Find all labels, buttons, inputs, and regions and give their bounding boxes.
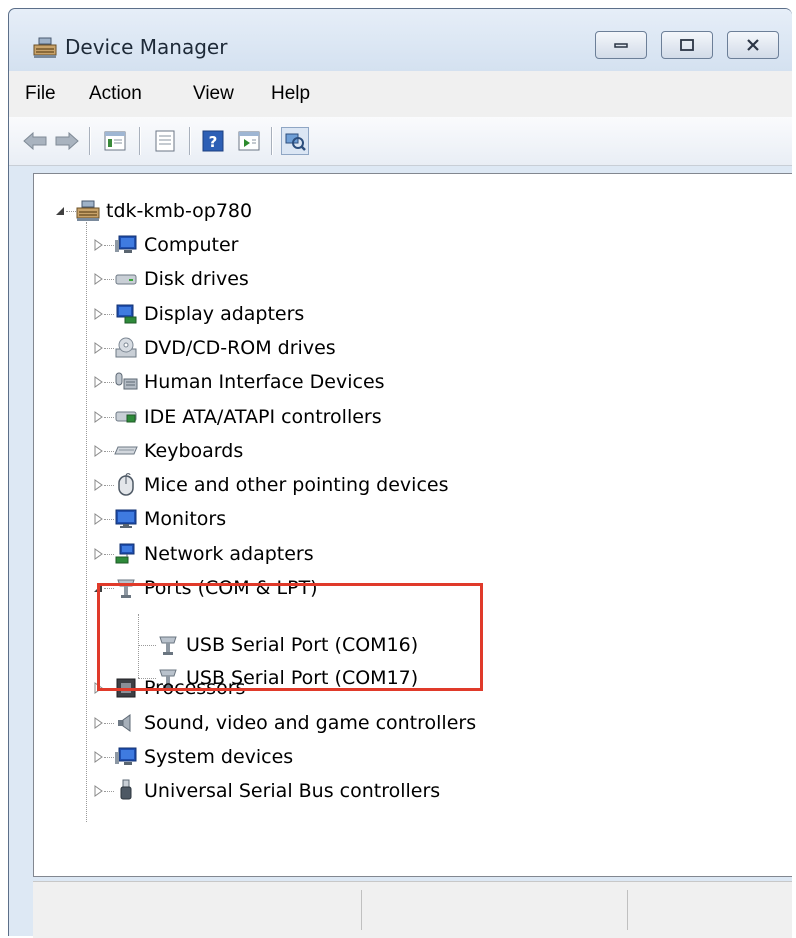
menu-view[interactable]: View	[193, 83, 234, 105]
tree-item-monitors[interactable]: Monitors	[114, 504, 226, 534]
system-device-icon	[114, 745, 138, 769]
tree-item-label: System devices	[144, 746, 294, 768]
menu-action[interactable]: Action	[89, 83, 142, 105]
status-cell	[361, 890, 362, 930]
menu-file[interactable]: File	[25, 83, 56, 105]
device-manager-window: Device Manager File Action View Help ? t…	[8, 8, 792, 938]
toolbar-separator	[271, 127, 273, 155]
maximize-button[interactable]	[661, 31, 713, 59]
back-arrow-icon[interactable]	[21, 127, 49, 155]
tree-item-label: Computer	[144, 234, 239, 256]
tree-item-human-interface-devices[interactable]: Human Interface Devices	[114, 367, 385, 397]
port-icon	[156, 633, 180, 657]
svg-text:?: ?	[209, 133, 218, 151]
menu-bar: File Action View Help	[9, 71, 792, 118]
maximize-icon	[680, 39, 694, 51]
tree-item-display-adapters[interactable]: Display adapters	[114, 299, 304, 329]
root-label: tdk-kmb-op780	[106, 200, 253, 222]
processor-icon	[114, 676, 138, 700]
tree-item-ports-com-lpt[interactable]: Ports (COM & LPT)	[114, 573, 318, 603]
forward-arrow-icon[interactable]	[53, 127, 81, 155]
status-bar	[33, 881, 792, 938]
toolbar-separator	[139, 127, 141, 155]
toolbar-separator	[189, 127, 191, 155]
tree-item-label: Keyboards	[144, 440, 244, 462]
toolbar-separator	[89, 127, 91, 155]
mouse-icon	[114, 473, 138, 497]
tree-item-label: Human Interface Devices	[144, 371, 385, 393]
tree-item-label: DVD/CD-ROM drives	[144, 337, 336, 359]
tree-item-label: USB Serial Port (COM16)	[186, 634, 419, 656]
tree-item-label: Display adapters	[144, 303, 305, 325]
close-icon	[747, 39, 759, 51]
tree-item-computer[interactable]: Computer	[114, 230, 238, 260]
tree-item-disk-drives[interactable]: Disk drives	[114, 264, 249, 294]
title-bar[interactable]: Device Manager	[9, 9, 792, 71]
computer-root-icon	[76, 199, 100, 223]
tree-item-ide-ata-atapi-controllers[interactable]: IDE ATA/ATAPI controllers	[114, 402, 382, 432]
tree-item-label: Mice and other pointing devices	[144, 474, 449, 496]
tree-root[interactable]: tdk-kmb-op780	[76, 196, 252, 226]
tree-item-label: Processors	[144, 677, 246, 699]
menu-help[interactable]: Help	[271, 83, 310, 105]
tree-item-dvd-cd-rom-drives[interactable]: DVD/CD-ROM drives	[114, 333, 336, 363]
usb-icon	[114, 779, 138, 803]
port-icon	[114, 576, 138, 600]
tree-item-label: Network adapters	[144, 543, 314, 565]
minimize-icon	[614, 43, 628, 48]
tree-item-processors[interactable]: Processors	[114, 673, 245, 703]
tree-item-system-devices[interactable]: System devices	[114, 742, 293, 772]
device-manager-icon	[33, 37, 57, 59]
tree-item-label: Ports (COM & LPT)	[144, 577, 318, 599]
tree-item-sound-video-and-game-controllers[interactable]: Sound, video and game controllers	[114, 708, 476, 738]
console-tree-icon[interactable]	[101, 127, 129, 155]
tree-item-keyboards[interactable]: Keyboards	[114, 436, 243, 466]
close-button[interactable]	[727, 31, 779, 59]
minimize-button[interactable]	[595, 31, 647, 59]
properties-icon[interactable]	[151, 127, 179, 155]
scan-hardware-icon[interactable]	[281, 127, 309, 155]
tree-item-usb-serial-com16[interactable]: USB Serial Port (COM16)	[156, 630, 418, 660]
tree-item-network-adapters[interactable]: Network adapters	[114, 539, 314, 569]
computer-icon	[114, 233, 138, 257]
keyboard-icon	[114, 439, 138, 463]
speaker-icon	[114, 711, 138, 735]
tree-item-label: Universal Serial Bus controllers	[144, 780, 441, 802]
status-cell	[627, 890, 628, 930]
window-title: Device Manager	[65, 35, 228, 59]
tree-item-universal-serial-bus-controllers[interactable]: Universal Serial Bus controllers	[114, 776, 440, 806]
help-icon[interactable]: ?	[199, 127, 227, 155]
display-adapter-icon	[114, 302, 138, 326]
run-icon[interactable]	[235, 127, 263, 155]
tree-item-label: Sound, video and game controllers	[144, 712, 477, 734]
tree-item-label: Monitors	[144, 508, 227, 530]
tree-item-label: IDE ATA/ATAPI controllers	[144, 406, 382, 428]
monitor-icon	[114, 507, 138, 531]
disk-drive-icon	[114, 267, 138, 291]
hid-icon	[114, 370, 138, 394]
device-tree[interactable]: tdk-kmb-op780 USB Serial Port (COM16) US…	[33, 173, 792, 877]
toolbar: ?	[9, 117, 792, 166]
dvd-drive-icon	[114, 336, 138, 360]
tree-item-mice-and-other-pointing-devices[interactable]: Mice and other pointing devices	[114, 470, 448, 500]
ide-controller-icon	[114, 405, 138, 429]
network-adapter-icon	[114, 542, 138, 566]
tree-item-label: Disk drives	[144, 268, 249, 290]
